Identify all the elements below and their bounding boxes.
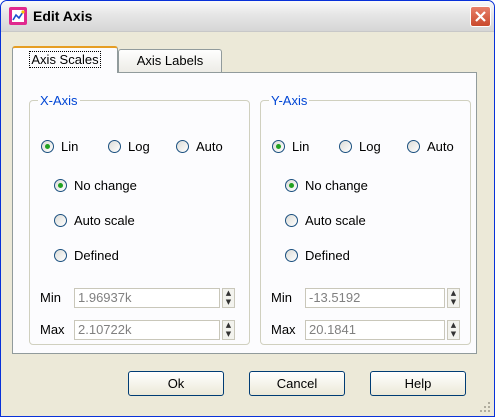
x-min-input[interactable]: 1.96937k [74,288,220,308]
help-button[interactable]: Help [370,371,466,396]
window-title: Edit Axis [33,8,93,24]
y-min-input[interactable]: -13.5192 [305,288,445,308]
x-max-label: Max [40,322,65,337]
x-max-input[interactable]: 2.10722k [74,320,220,340]
edit-axis-dialog: Edit Axis Axis Scales Axis Labels X-Axis… [0,0,495,417]
close-icon [475,11,486,22]
y-axis-group: Y-Axis Lin Log Auto No change Auto scale… [260,93,471,345]
tab-axis-scales[interactable]: Axis Scales [12,46,118,73]
x-min-spinner[interactable]: ▲ ▼ [222,288,235,308]
y-min-label: Min [271,290,292,305]
axis-scales-panel: X-Axis Lin Log Auto No change Auto scale… [12,72,477,354]
y-min-spinner[interactable]: ▲ ▼ [447,288,460,308]
close-button[interactable] [470,6,491,27]
spin-down-icon: ▼ [450,298,457,306]
y-max-input[interactable]: 20.1841 [305,320,445,340]
tab-axis-labels-label: Axis Labels [136,53,204,68]
x-axis-legend: X-Axis [40,93,78,108]
spin-up-icon: ▲ [450,289,457,297]
cancel-button[interactable]: Cancel [249,371,345,396]
ok-button[interactable]: Ok [128,371,224,396]
y-axis-legend: Y-Axis [271,93,308,108]
spin-down-icon: ▼ [225,298,232,306]
y-max-spinner[interactable]: ▲ ▼ [447,320,460,340]
tab-axis-labels[interactable]: Axis Labels [118,49,222,73]
tab-axis-scales-label: Axis Scales [29,51,101,68]
x-axis-group: X-Axis Lin Log Auto No change Auto scale… [29,93,250,345]
title-bar[interactable]: Edit Axis [1,1,494,32]
spin-down-icon: ▼ [450,330,457,338]
spin-up-icon: ▲ [450,321,457,329]
spin-down-icon: ▼ [225,330,232,338]
resize-grip-icon[interactable] [479,401,491,413]
x-min-label: Min [40,290,61,305]
spin-up-icon: ▲ [225,321,232,329]
x-max-spinner[interactable]: ▲ ▼ [222,320,235,340]
spin-up-icon: ▲ [225,289,232,297]
y-max-label: Max [271,322,296,337]
chart-icon [9,7,27,25]
